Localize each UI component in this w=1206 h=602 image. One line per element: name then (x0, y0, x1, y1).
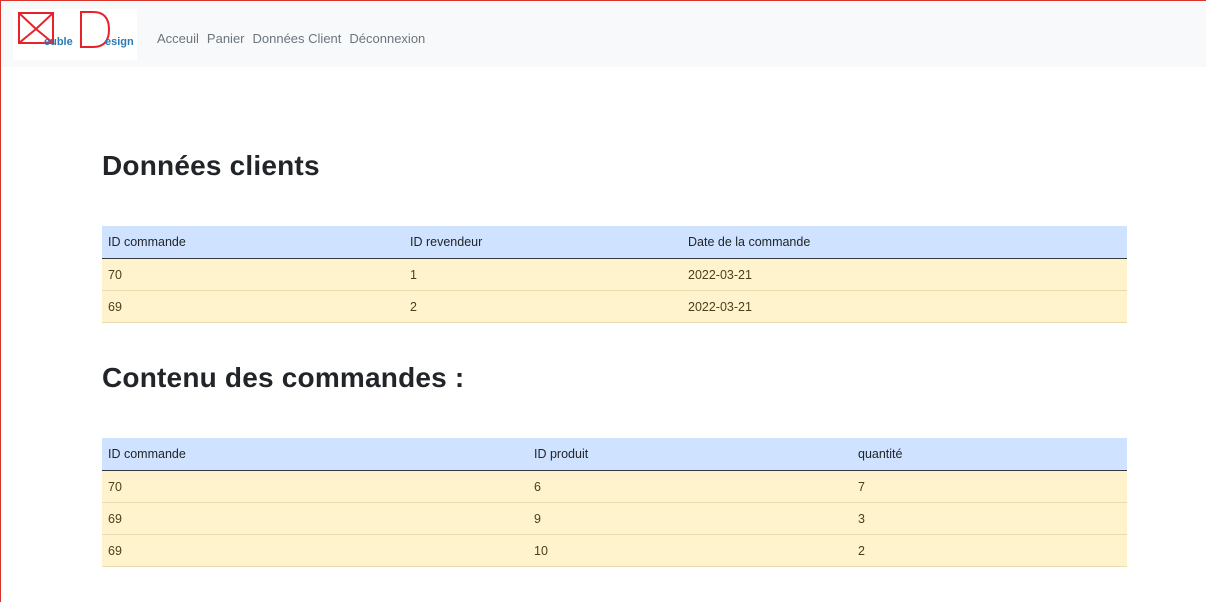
table-header-row: ID commande ID revendeur Date de la comm… (102, 226, 1127, 259)
table-cell: 6 (528, 470, 852, 503)
nav-link-accueil[interactable]: Acceuil (157, 31, 199, 46)
table-cell: 2022-03-21 (682, 258, 1127, 291)
navbar: euble esign Acceuil Panier Données Clien… (1, 1, 1206, 67)
table-cell: 2 (852, 534, 1127, 567)
logo-text-euble: euble (44, 36, 73, 48)
nav-link-donnees-client[interactable]: Données Client (253, 31, 342, 46)
table-header-row: ID commande ID produit quantité (102, 438, 1127, 471)
table-row: 70 1 2022-03-21 (102, 258, 1127, 291)
column-header: ID produit (528, 438, 852, 471)
clients-title: Données clients (102, 150, 320, 181)
column-header: quantité (852, 438, 1127, 471)
column-header: ID commande (102, 226, 404, 259)
column-header: Date de la commande (682, 226, 1127, 259)
table-cell: 2 (404, 290, 682, 323)
logo-text-esign: esign (105, 36, 134, 48)
table-cell: 1 (404, 258, 682, 291)
nav-link-panier[interactable]: Panier (207, 31, 245, 46)
table-cell: 69 (102, 502, 528, 535)
column-header: ID commande (102, 438, 528, 471)
table-cell: 9 (528, 502, 852, 535)
clients-table: ID commande ID revendeur Date de la comm… (102, 226, 1127, 323)
nav-links: Acceuil Panier Données Client Déconnexio… (157, 31, 425, 46)
table-cell: 70 (102, 258, 404, 291)
brand-logo[interactable]: euble esign (13, 9, 137, 60)
logo-icon: euble esign (18, 11, 134, 48)
table-cell: 2022-03-21 (682, 290, 1127, 323)
table-row: 70 6 7 (102, 470, 1127, 503)
table-row: 69 9 3 (102, 502, 1127, 535)
table-cell: 10 (528, 534, 852, 567)
orders-table: ID commande ID produit quantité 70 6 7 6… (102, 438, 1127, 567)
table-cell: 70 (102, 470, 528, 503)
table-row: 69 10 2 (102, 534, 1127, 567)
orders-title: Contenu des commandes : (102, 362, 465, 393)
nav-link-deconnexion[interactable]: Déconnexion (349, 31, 425, 46)
table-row: 69 2 2022-03-21 (102, 290, 1127, 323)
table-cell: 69 (102, 534, 528, 567)
table-cell: 3 (852, 502, 1127, 535)
column-header: ID revendeur (404, 226, 682, 259)
table-cell: 7 (852, 470, 1127, 503)
table-cell: 69 (102, 290, 404, 323)
